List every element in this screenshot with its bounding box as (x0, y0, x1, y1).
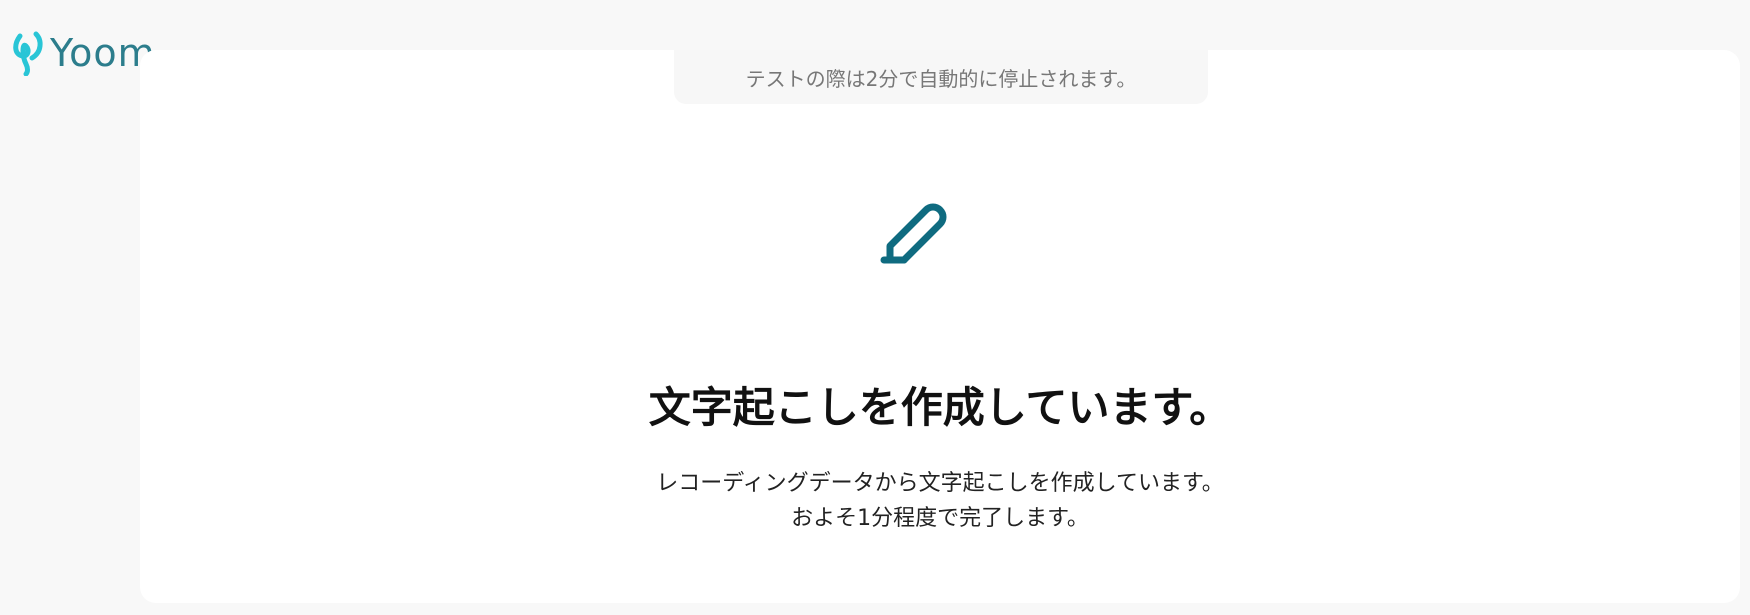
status-description-line-2: およそ1分程度で完了します。 (791, 506, 1089, 531)
test-notice: テストの際は2分で自動的に停止されます。 (674, 50, 1208, 104)
status-description: レコーディングデータから文字起こしを作成しています。 およそ1分程度で完了します… (140, 466, 1740, 536)
status-title: 文字起こしを作成しています。 (648, 383, 1232, 432)
test-notice-text: テストの際は2分で自動的に停止されます。 (745, 66, 1137, 91)
yoom-logo[interactable]: Yoom (12, 30, 156, 76)
status-description-line-1: レコーディングデータから文字起こしを作成しています。 (656, 471, 1224, 496)
pen-icon (880, 203, 947, 264)
yoom-logo-mark-icon (13, 31, 43, 76)
